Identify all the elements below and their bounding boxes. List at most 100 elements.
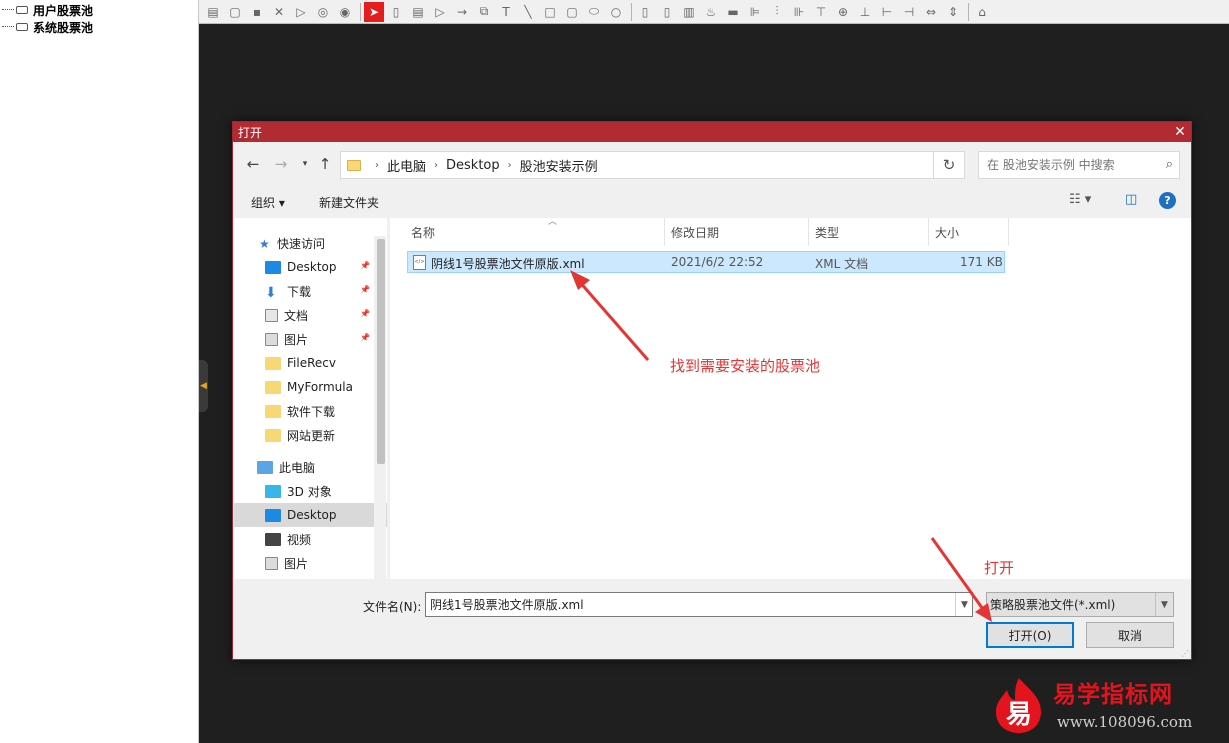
rounded-rect-icon[interactable]: ▢ (562, 2, 582, 22)
nav-item-13[interactable]: 图片 (234, 551, 387, 575)
new-doc-icon[interactable]: ▤ (203, 2, 223, 22)
align-bottom-icon[interactable]: ⊥ (855, 2, 875, 22)
paint-icon[interactable]: ♨ (701, 2, 721, 22)
refresh-button[interactable]: ↻ (933, 151, 965, 179)
search-box[interactable]: ⌕ (978, 151, 1180, 179)
shape-icon[interactable]: ▯ (386, 2, 406, 22)
tree-item-system-pool[interactable]: 系统股票池 (2, 19, 93, 35)
pin-icon[interactable]: 📌 (360, 261, 370, 270)
filename-label: 文件名(N): (363, 600, 422, 614)
distribute-v-icon[interactable]: ⊣ (899, 2, 919, 22)
distribute-h-icon[interactable]: ⊢ (877, 2, 897, 22)
align-left-icon[interactable]: ⊫ (745, 2, 765, 22)
nav-item-label: 视频 (287, 532, 312, 547)
watermark-badge-char: 易 (1006, 700, 1032, 730)
folder-icon (265, 428, 281, 442)
nav-item-4[interactable]: 图片 📌 (234, 327, 387, 351)
new-folder-button[interactable]: 新建文件夹 (319, 194, 379, 211)
nav-item-2[interactable]: ⬇ 下载 📌 (234, 279, 387, 303)
page2-icon[interactable]: ▯ (657, 2, 677, 22)
desktop-icon (265, 508, 281, 522)
tree-item-user-pool[interactable]: 用户股票池 (2, 2, 93, 18)
preview-pane-icon[interactable]: ◫ (1125, 192, 1137, 207)
close-icon[interactable]: ✕ (269, 2, 289, 22)
circle-icon[interactable]: ○ (606, 2, 626, 22)
forward-button[interactable]: → (269, 152, 293, 176)
nav-item-0[interactable]: ★ 快速访问 (234, 231, 387, 255)
back-button[interactable]: ← (241, 152, 265, 176)
align-right-icon[interactable]: ⊪ (789, 2, 809, 22)
same-height-icon[interactable]: ⇕ (943, 2, 963, 22)
chevron-down-icon[interactable]: ▼ (1155, 593, 1173, 616)
address-bar[interactable]: › 此电脑 › Desktop › 股池安装示例 ⌄ (340, 151, 960, 179)
file-type-filter[interactable]: 策略股票池文件(*.xml) ▼ (986, 592, 1174, 617)
line-icon[interactable]: ╲ (518, 2, 538, 22)
copy-format-icon[interactable]: ⧉ (474, 2, 494, 22)
search-input[interactable] (987, 158, 1157, 172)
nav-item-3[interactable]: 文档 📌 (234, 303, 387, 327)
view-options-icon[interactable]: ☷ ▾ (1069, 192, 1091, 207)
nav-item-12[interactable]: 视频 (234, 527, 387, 551)
cancel-button[interactable]: 取消 (1086, 622, 1174, 648)
panel-collapse-handle[interactable]: ◀ (199, 360, 208, 412)
nav-item-9[interactable]: 此电脑 (234, 455, 387, 479)
arrow-right-icon[interactable]: ▷ (430, 2, 450, 22)
column-label: 类型 (815, 225, 840, 240)
nav-item-5[interactable]: FileRecv (234, 351, 387, 375)
nav-item-1[interactable]: Desktop 📌 (234, 255, 387, 279)
column-name[interactable]: 名称 ︿ (405, 217, 665, 246)
nav-item-10[interactable]: 3D 对象 (234, 479, 387, 503)
pin-icon[interactable]: 📌 (360, 285, 370, 294)
nav-item-6[interactable]: MyFormula (234, 375, 387, 399)
divider-icon[interactable]: ▬ (723, 2, 743, 22)
nav-scrollbar-thumb[interactable] (377, 239, 385, 464)
tree-node-icon (2, 22, 32, 32)
column-label: 名称 (411, 225, 436, 240)
chevron-down-icon[interactable]: ▼ (955, 593, 973, 616)
open-file-dialog: 打开 ✕ ← → ▾ ↑ › 此电脑 › Desktop › 股池安装示例 ⌄ … (232, 121, 1192, 660)
column-type[interactable]: 类型 (809, 218, 929, 246)
play-icon[interactable]: ▷ (291, 2, 311, 22)
nav-item-label: Desktop (287, 508, 337, 522)
same-width-icon[interactable]: ⇔ (921, 2, 941, 22)
organize-menu[interactable]: 组织 ▾ (251, 194, 285, 211)
cursor-icon[interactable]: ➤ (364, 1, 384, 22)
frame-icon[interactable]: ▢ (225, 2, 245, 22)
pin-icon[interactable]: 📌 (360, 333, 370, 342)
open-button[interactable]: 打开(O) (986, 622, 1074, 648)
pause-icon[interactable]: ◎ (313, 2, 333, 22)
breadcrumb-current-folder[interactable]: 股池安装示例 (520, 156, 598, 175)
nav-item-7[interactable]: 软件下载 (234, 399, 387, 423)
up-button[interactable]: ↑ (313, 152, 337, 176)
dialog-close-button[interactable]: ✕ (1169, 124, 1191, 140)
column-size[interactable]: 大小 (929, 218, 1009, 246)
align-middle-icon[interactable]: ⊕ (833, 2, 853, 22)
help-icon[interactable]: ? (1159, 192, 1176, 209)
ellipse-icon[interactable]: ⬭ (584, 2, 604, 22)
save-icon[interactable]: ▪ (247, 2, 267, 22)
arrow-icon[interactable]: → (452, 2, 472, 22)
resize-grip-icon[interactable]: ⋰ (1181, 649, 1189, 658)
nav-item-label: 此电脑 (279, 460, 316, 475)
breadcrumb-this-pc[interactable]: 此电脑 (387, 156, 426, 175)
breadcrumb-desktop[interactable]: Desktop (446, 158, 500, 173)
column-date[interactable]: 修改日期 (665, 218, 809, 246)
align-top-icon[interactable]: ⊤ (811, 2, 831, 22)
bank-icon[interactable]: ⌂ (972, 2, 992, 22)
nav-item-label: 文档 (284, 308, 309, 323)
nav-item-8[interactable]: 网站更新 (234, 423, 387, 447)
nav-item-11[interactable]: Desktop (234, 503, 387, 527)
nav-item-label: 快速访问 (277, 236, 326, 251)
page-icon[interactable]: ▯ (635, 2, 655, 22)
filename-input[interactable]: 阴线1号股票池文件原版.xml (425, 592, 973, 617)
list-icon[interactable]: ▤ (408, 2, 428, 22)
text-icon[interactable]: T (496, 2, 516, 22)
file-row[interactable]: </> 阴线1号股票池文件原版.xml 2021/6/2 22:52 XML 文… (407, 251, 1005, 273)
pin-icon[interactable]: 📌 (360, 309, 370, 318)
navigation-row: ← → ▾ ↑ › 此电脑 › Desktop › 股池安装示例 ⌄ ↻ ⌕ (233, 148, 1191, 180)
watermark-flame-logo: 易 (996, 678, 1041, 733)
delete-icon[interactable]: ▥ (679, 2, 699, 22)
stop-icon[interactable]: ◉ (335, 2, 355, 22)
align-center-icon[interactable]: ⫶ (767, 2, 787, 22)
rectangle-icon[interactable]: □ (540, 2, 560, 22)
